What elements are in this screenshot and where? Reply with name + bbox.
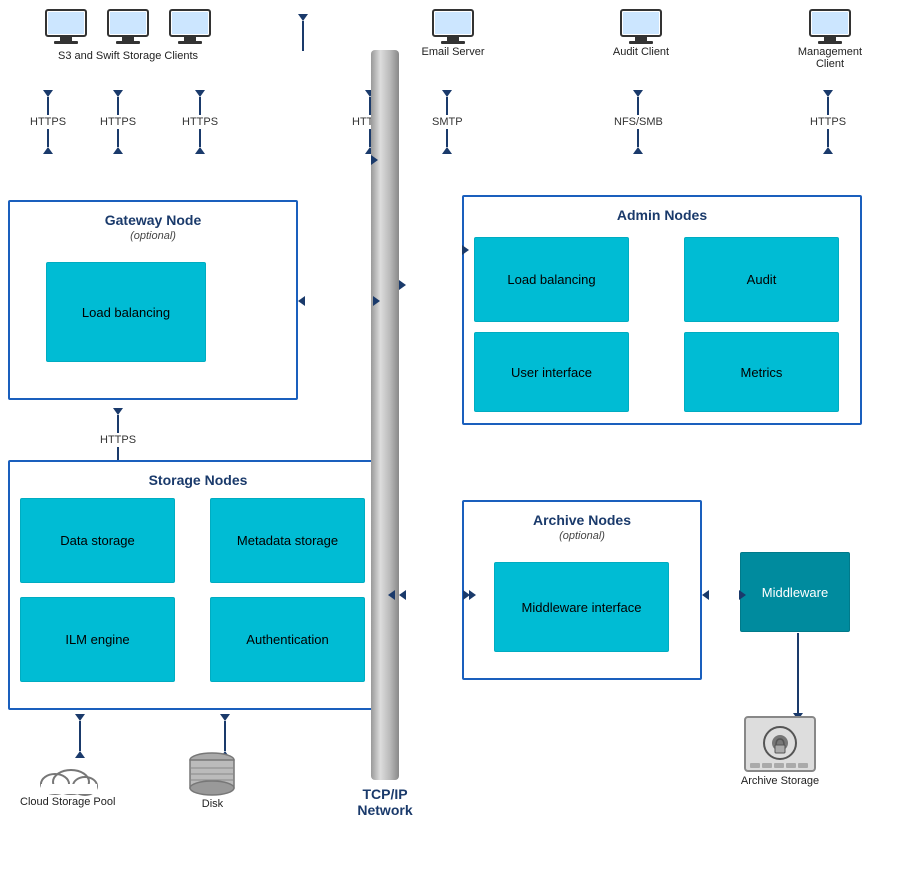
management-client-icon: ManagementClient [790, 8, 870, 70]
authentication-box: Authentication [210, 597, 365, 682]
audit-client-label: Audit Client [613, 46, 669, 58]
audit-client-icon: Audit Client [606, 8, 676, 58]
admin-nodes-box: Admin Nodes Load balancing Audit User in… [462, 195, 862, 425]
storage-clients-group: S3 and Swift Storage Clients [18, 8, 238, 62]
ilm-engine-box: ILM engine [20, 597, 175, 682]
admin-nodes-title: Admin Nodes [474, 207, 850, 223]
management-client-label: ManagementClient [798, 46, 862, 70]
data-storage-box: Data storage [20, 498, 175, 583]
storage-cloud-arrow [75, 714, 85, 758]
middleware-box: Middleware [740, 552, 850, 632]
admin-audit-box: Audit [684, 237, 839, 322]
monitor-icon [44, 8, 88, 46]
gateway-node-box: Gateway Node (optional) Load balancing [8, 200, 298, 400]
admin-metrics-box: Metrics [684, 332, 839, 412]
middleware-interface-box: Middleware interface [494, 562, 669, 652]
monitor-icon [808, 8, 852, 46]
archive-storage-icon [740, 715, 820, 775]
archive-middleware-arrow [702, 590, 746, 600]
https-proto-mgmt: HTTPS [810, 90, 846, 154]
archive-nodes-title: Archive Nodes [474, 512, 690, 528]
archive-storage-label: Archive Storage [741, 775, 819, 787]
archive-pipe-double-arrow [399, 590, 476, 600]
https-proto-2: HTTPS [100, 90, 136, 154]
disk-icon [185, 750, 240, 798]
cloud-storage-pool-label: Cloud Storage Pool [20, 796, 115, 808]
client-to-pipe-arrow [298, 14, 308, 51]
monitor-icon [106, 8, 150, 46]
archive-storage: Archive Storage [740, 715, 820, 787]
monitor-icon [431, 8, 475, 46]
smtp-proto: SMTP [432, 90, 463, 154]
gateway-node-title: Gateway Node [20, 212, 286, 228]
tcp-ip-label: TCP/IP Network [345, 786, 425, 818]
archive-nodes-box: Archive Nodes (optional) Middleware inte… [462, 500, 702, 680]
gateway-node-subtitle: (optional) [20, 230, 286, 242]
disk-storage: Disk [185, 750, 240, 810]
email-server-label: Email Server [422, 46, 485, 58]
gateway-load-balancing-box: Load balancing [46, 262, 206, 362]
cloud-storage-pool: Cloud Storage Pool [20, 756, 115, 808]
email-server-icon: Email Server [418, 8, 488, 58]
pipe-to-admin-arrow [399, 245, 469, 255]
storage-nodes-title: Storage Nodes [20, 472, 376, 488]
client-pipe-arrow [243, 155, 378, 165]
monitor-icon [168, 8, 212, 46]
archive-nodes-subtitle: (optional) [474, 530, 690, 542]
admin-user-interface-box: User interface [474, 332, 629, 412]
https-proto-1: HTTPS [30, 90, 66, 154]
pipe-admin-arrow [399, 280, 469, 290]
middleware-archive-storage-arrow [793, 633, 803, 720]
monitor-icon [619, 8, 663, 46]
gateway-pipe-double-arrow [298, 296, 380, 306]
metadata-storage-box: Metadata storage [210, 498, 365, 583]
disk-label: Disk [202, 798, 223, 810]
storage-nodes-box: Storage Nodes Data storage Metadata stor… [8, 460, 388, 710]
cloud-icon [33, 756, 103, 796]
storage-clients-label: S3 and Swift Storage Clients [58, 50, 198, 62]
architecture-diagram: S3 and Swift Storage Clients Email Serve… [0, 0, 898, 894]
https-proto-3: HTTPS [182, 90, 218, 154]
nfs-smb-proto: NFS/SMB [614, 90, 663, 154]
admin-load-balancing-box: Load balancing [474, 237, 629, 322]
